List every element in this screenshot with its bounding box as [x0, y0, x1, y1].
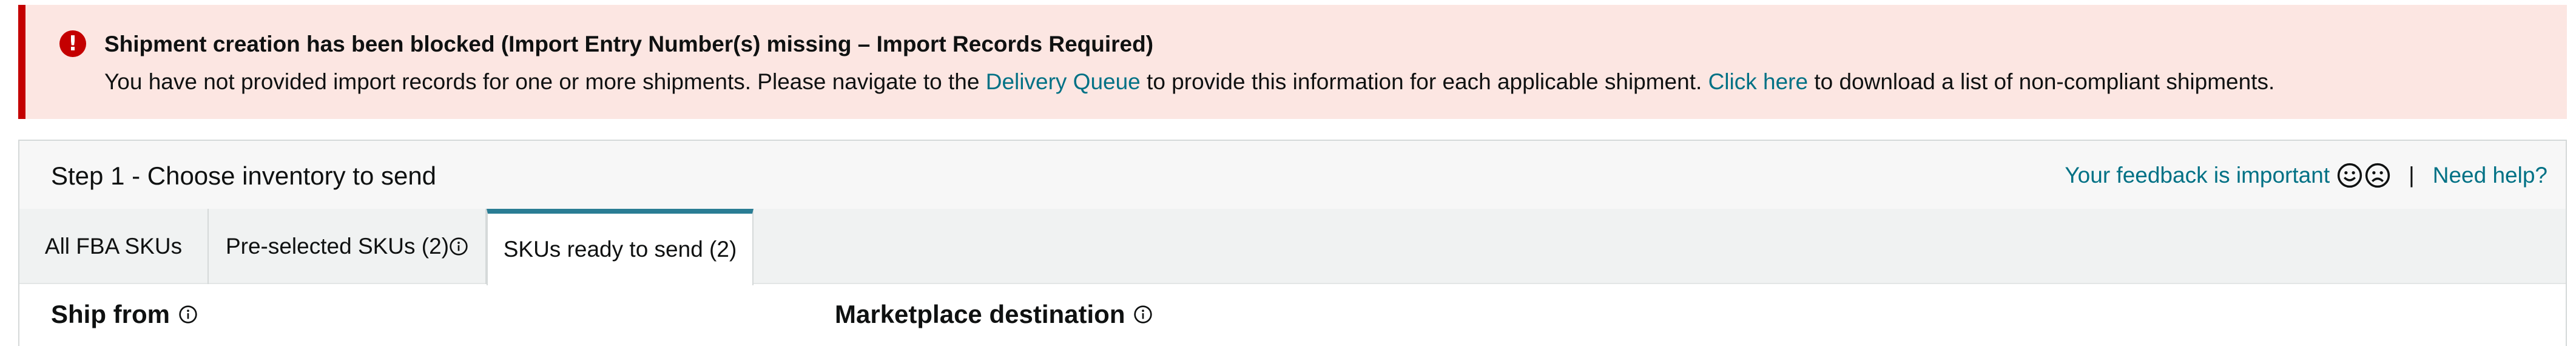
feedback-link[interactable]: Your feedback is important: [2065, 163, 2330, 188]
tab-label: All FBA SKUs: [44, 234, 183, 259]
info-icon[interactable]: [1133, 305, 1153, 324]
alert-body-prefix: You have not provided import records for…: [104, 69, 980, 94]
tab-label: SKUs ready to send (2): [503, 237, 737, 262]
tab-pre-selected-skus[interactable]: Pre-selected SKUs (2): [209, 209, 487, 284]
smile-face-icon[interactable]: [2337, 163, 2362, 188]
alert-title: Shipment creation has been blocked (Impo…: [104, 32, 1154, 56]
alert-body-middle: to provide this information for each app…: [1147, 69, 1702, 94]
delivery-queue-link[interactable]: Delivery Queue: [986, 69, 1141, 94]
step-title: Step 1 - Choose inventory to send: [51, 161, 437, 190]
marketplace-destination-heading: Marketplace destination: [835, 300, 1153, 329]
step-panel: Step 1 - Choose inventory to send Your f…: [18, 140, 2567, 346]
header-actions: Your feedback is important | Need help?: [2065, 163, 2547, 188]
ship-from-heading: Ship from: [51, 300, 198, 329]
click-here-link[interactable]: Click here: [1708, 69, 1809, 94]
need-help-link[interactable]: Need help?: [2433, 163, 2547, 188]
inventory-tabs: All FBA SKUs Pre-selected SKUs (2) SKUs …: [19, 209, 2566, 285]
tab-all-fba-skus[interactable]: All FBA SKUs: [19, 209, 209, 284]
step-header: Step 1 - Choose inventory to send Your f…: [19, 141, 2566, 209]
marketplace-destination-label: Marketplace destination: [835, 300, 1125, 328]
info-icon[interactable]: [178, 305, 198, 324]
frown-face-icon[interactable]: [2365, 163, 2390, 188]
tab-label: Pre-selected SKUs (2): [225, 234, 450, 259]
info-icon[interactable]: [449, 237, 468, 256]
tab-skus-ready-to-send[interactable]: SKUs ready to send (2): [487, 209, 754, 285]
error-exclamation-icon: !: [59, 30, 86, 57]
shipment-blocked-alert: ! Shipment creation has been blocked (Im…: [18, 5, 2567, 119]
ship-from-label: Ship from: [51, 300, 170, 328]
header-separator: |: [2409, 163, 2415, 188]
alert-body-suffix: to download a list of non-compliant ship…: [1814, 69, 2275, 94]
alert-body: You have not provided import records for…: [104, 69, 2274, 95]
